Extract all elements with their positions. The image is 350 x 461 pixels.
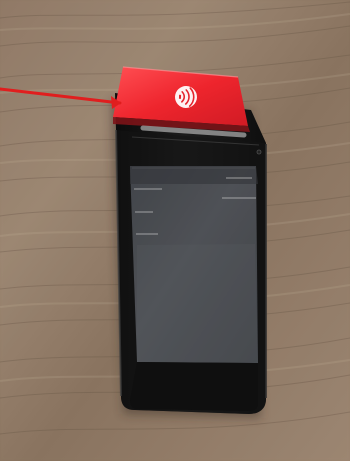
- device-photo: [0, 0, 350, 461]
- photo-frame: [0, 0, 350, 461]
